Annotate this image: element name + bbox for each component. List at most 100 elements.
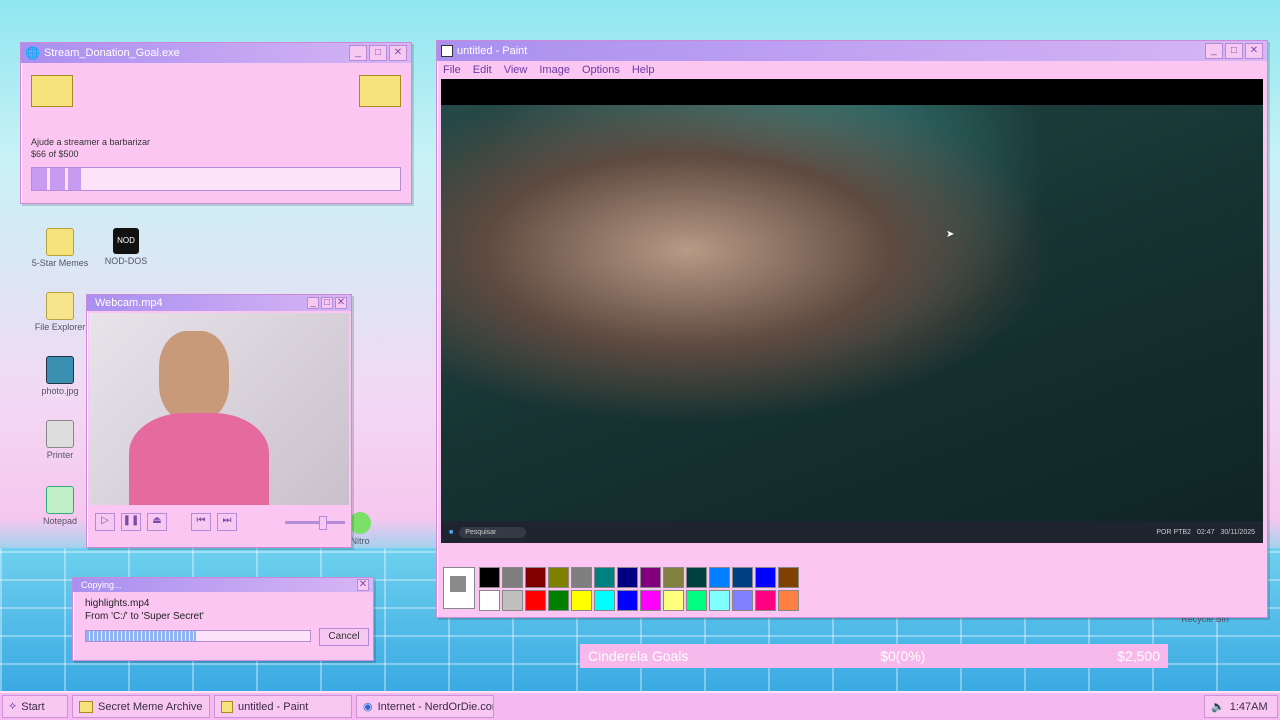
- color-swatch[interactable]: [479, 567, 500, 588]
- inner-date: 30/11/2025: [1220, 528, 1255, 536]
- color-swatch[interactable]: [640, 590, 661, 611]
- player-controls: ▷ ❚❚ ⏏ ⏮ ⏭: [87, 507, 351, 537]
- copy-dialog: Copying... ✕ highlights.mp4 From 'C:/' t…: [72, 577, 374, 661]
- color-swatch[interactable]: [686, 567, 707, 588]
- close-button[interactable]: ✕: [389, 45, 407, 61]
- palette-row-top: [479, 567, 799, 588]
- current-color-box: [443, 567, 475, 609]
- color-swatch[interactable]: [617, 567, 638, 588]
- streamer-shirt: [129, 413, 269, 505]
- menu-options[interactable]: Options: [582, 64, 620, 76]
- color-swatch[interactable]: [778, 590, 799, 611]
- color-swatch[interactable]: [571, 590, 592, 611]
- minimize-button[interactable]: _: [349, 45, 367, 61]
- color-swatch[interactable]: [571, 567, 592, 588]
- previous-button[interactable]: ⏮: [191, 513, 211, 531]
- color-swatch[interactable]: [686, 590, 707, 611]
- maximize-button[interactable]: □: [1225, 43, 1243, 59]
- color-swatch[interactable]: [709, 590, 730, 611]
- donation-window: 🌐 Stream_Donation_Goal.exe _ □ ✕ Ajude a…: [20, 42, 412, 204]
- folder-icon: [31, 75, 73, 107]
- webcam-titlebar: Webcam.mp4 _ □ ✕: [87, 295, 351, 311]
- donation-amount: $66 of $500: [31, 149, 79, 159]
- color-swatch[interactable]: [778, 567, 799, 588]
- paint-menubar: File Edit View Image Options Help: [437, 61, 1267, 79]
- notepad-icon: [46, 486, 74, 514]
- image-icon: [46, 356, 74, 384]
- inner-search: Pesquisar: [459, 526, 527, 538]
- color-swatch[interactable]: [640, 567, 661, 588]
- paint-icon: [221, 700, 233, 713]
- desktop-icon-memes[interactable]: 5-Star Memes: [30, 228, 90, 268]
- menu-edit[interactable]: Edit: [473, 64, 492, 76]
- goals-target: $2,500: [1117, 648, 1160, 664]
- menu-view[interactable]: View: [504, 64, 528, 76]
- window-title: Copying...: [81, 580, 122, 590]
- taskbar-item-meme-archive[interactable]: Secret Meme Archive: [72, 695, 210, 718]
- close-button[interactable]: ✕: [357, 579, 369, 591]
- taskbar-clock: 1:47AM: [1229, 700, 1268, 713]
- minimize-button[interactable]: _: [1205, 43, 1223, 59]
- speaker-icon: 🔈: [1211, 701, 1225, 713]
- donation-message: Ajude a streamer a barbarizar: [31, 137, 151, 147]
- color-swatch[interactable]: [479, 590, 500, 611]
- next-button[interactable]: ⏭: [217, 513, 237, 531]
- color-swatch[interactable]: [548, 590, 569, 611]
- paint-canvas[interactable]: ■ Pesquisar POR PTB2 02:47 30/11/2025 ➤: [441, 79, 1263, 543]
- taskbar-item-internet[interactable]: ◉ Internet - NerdOrDie.com: [356, 695, 494, 718]
- desktop-icon-photo[interactable]: photo.jpg: [30, 356, 90, 396]
- color-swatch[interactable]: [502, 590, 523, 611]
- color-swatch[interactable]: [525, 590, 546, 611]
- color-swatch[interactable]: [709, 567, 730, 588]
- palette-row-bottom: [479, 590, 799, 611]
- color-swatch[interactable]: [663, 590, 684, 611]
- eject-button[interactable]: ⏏: [147, 513, 167, 531]
- foreground-color: [450, 576, 466, 592]
- windows-logo-icon: ■: [449, 528, 454, 536]
- color-swatch[interactable]: [755, 567, 776, 588]
- volume-handle[interactable]: [319, 515, 327, 530]
- donation-progress-fill: [32, 168, 81, 190]
- icon-label: photo.jpg: [41, 386, 79, 396]
- icon-label: Notepad: [42, 516, 78, 526]
- minimize-button[interactable]: _: [307, 297, 319, 309]
- color-swatch[interactable]: [732, 590, 753, 611]
- menu-help[interactable]: Help: [632, 64, 655, 76]
- maximize-button[interactable]: □: [369, 45, 387, 61]
- close-button[interactable]: ✕: [335, 297, 347, 309]
- color-swatch[interactable]: [732, 567, 753, 588]
- color-swatch[interactable]: [502, 567, 523, 588]
- color-swatch[interactable]: [594, 590, 615, 611]
- desktop-icon-nod[interactable]: NOD NOD-DOS: [96, 228, 156, 266]
- open-folder-icon: [359, 75, 401, 107]
- color-swatch[interactable]: [755, 590, 776, 611]
- menu-image[interactable]: Image: [539, 64, 570, 76]
- window-title: untitled - Paint: [457, 45, 528, 57]
- icon-label: File Explorer: [34, 322, 86, 332]
- desktop-icon-explorer[interactable]: File Explorer: [30, 292, 90, 332]
- menu-file[interactable]: File: [443, 64, 461, 76]
- play-button[interactable]: ▷: [95, 513, 115, 531]
- desktop-icon-printer[interactable]: Printer: [30, 420, 90, 460]
- volume-slider[interactable]: [285, 515, 345, 530]
- color-swatch[interactable]: [525, 567, 546, 588]
- cancel-button[interactable]: Cancel: [319, 628, 369, 646]
- pause-button[interactable]: ❚❚: [121, 513, 141, 531]
- color-swatch[interactable]: [548, 567, 569, 588]
- webcam-video: [89, 313, 349, 505]
- copy-progress-fill: [86, 631, 196, 641]
- taskbar-item-paint[interactable]: untitled - Paint: [214, 695, 352, 718]
- desktop-icon-notepad[interactable]: Notepad: [30, 486, 90, 526]
- goals-current: $0(0%): [880, 648, 926, 664]
- color-swatch[interactable]: [663, 567, 684, 588]
- window-title: Webcam.mp4: [95, 297, 163, 309]
- close-button[interactable]: ✕: [1245, 43, 1263, 59]
- color-swatch[interactable]: [617, 590, 638, 611]
- magnifier-icon: [46, 292, 74, 320]
- maximize-button[interactable]: □: [321, 297, 333, 309]
- folder-icon: [79, 700, 93, 713]
- start-button[interactable]: ⟡ Start: [2, 695, 68, 718]
- goals-bar: Cinderela Goals $0(0%) $2,500: [580, 644, 1168, 668]
- nod-icon: NOD: [113, 228, 139, 254]
- color-swatch[interactable]: [594, 567, 615, 588]
